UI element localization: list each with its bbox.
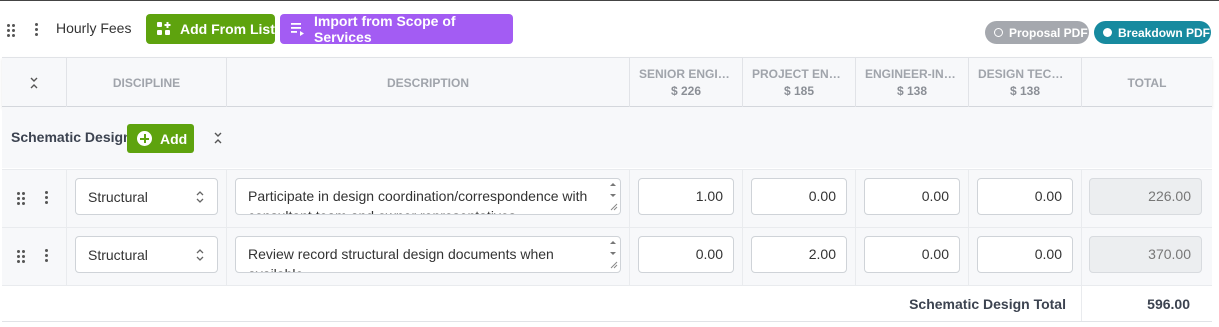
add-from-list-button[interactable]: Add From List: [146, 14, 275, 44]
list-import-icon: [291, 22, 305, 36]
drag-handle-icon[interactable]: [17, 192, 27, 206]
discipline-select[interactable]: Structural: [75, 178, 218, 215]
table-row: Structural Review record structural desi…: [2, 227, 1212, 285]
discipline-select[interactable]: Structural: [75, 236, 218, 273]
toolbar: Hourly Fees Add From List Import from Sc…: [0, 1, 1219, 57]
add-row-label: Add: [160, 130, 188, 147]
proposal-pdf-button[interactable]: Proposal PDF: [985, 21, 1089, 44]
hours-input-engineer-in-training[interactable]: 0.00: [864, 236, 960, 273]
collapse-section-icon[interactable]: [213, 132, 223, 144]
row-total: 370.00: [1089, 236, 1202, 273]
hours-input-senior-engineer[interactable]: 1.00: [638, 178, 734, 215]
hours-input-engineer-in-training[interactable]: 0.00: [864, 178, 960, 215]
role-header-senior-engineer: SENIOR ENGINEER$ 226: [629, 58, 742, 107]
section-total-label: Schematic Design Total: [909, 296, 1066, 312]
description-textarea[interactable]: Participate in design coordination/corre…: [235, 178, 621, 215]
collapse-icon: [30, 77, 38, 88]
radio-ring-icon: [994, 28, 1003, 37]
table-header: DISCIPLINE DESCRIPTION SENIOR ENGINEER$ …: [2, 57, 1212, 107]
kebab-menu-icon[interactable]: [34, 23, 40, 37]
grid-add-icon: [157, 22, 171, 36]
collapse-all-header[interactable]: [2, 58, 66, 107]
row-total: 226.00: [1089, 178, 1202, 215]
hours-input-design-technician[interactable]: 0.00: [977, 236, 1073, 273]
role-header-design-technician: DESIGN TECHNICIAN$ 138: [968, 58, 1081, 107]
hours-input-project-engineer[interactable]: 0.00: [751, 178, 847, 215]
drag-handle-icon[interactable]: [17, 250, 27, 264]
chevron-updown-icon: [196, 249, 204, 261]
role-header-project-engineer: PROJECT ENGINEER$ 185: [742, 58, 855, 107]
table-row: Structural Participate in design coordin…: [2, 169, 1212, 227]
proposal-pdf-label: Proposal PDF: [1009, 25, 1088, 40]
hours-input-senior-engineer[interactable]: 0.00: [638, 236, 734, 273]
radio-dot-icon: [1103, 28, 1112, 37]
section-total-value: 596.00: [1147, 296, 1190, 312]
breakdown-pdf-label: Breakdown PDF: [1118, 25, 1211, 40]
description-textarea[interactable]: Review record structural design document…: [235, 236, 621, 273]
kebab-menu-icon[interactable]: [44, 191, 50, 205]
role-header-engineer-in-training: ENGINEER-IN-TRAINING$ 138: [855, 58, 968, 107]
total-header: TOTAL: [1081, 58, 1212, 107]
resize-spinner-icon: [610, 241, 618, 269]
section-total-row: Schematic Design Total 596.00: [2, 285, 1212, 322]
fees-table: DISCIPLINE DESCRIPTION SENIOR ENGINEER$ …: [2, 57, 1212, 327]
section-title: Schematic Design: [11, 129, 132, 145]
section-header: Schematic Design Add: [2, 107, 1212, 168]
plus-circle-icon: [137, 131, 152, 146]
add-from-list-label: Add From List: [180, 21, 275, 37]
hours-input-project-engineer[interactable]: 2.00: [751, 236, 847, 273]
kebab-menu-icon[interactable]: [44, 249, 50, 263]
add-row-button[interactable]: Add: [127, 124, 194, 153]
discipline-header: DISCIPLINE: [66, 58, 226, 107]
breakdown-pdf-button[interactable]: Breakdown PDF: [1094, 21, 1211, 44]
resize-spinner-icon: [610, 183, 618, 211]
drag-handle-icon[interactable]: [7, 24, 17, 38]
hours-input-design-technician[interactable]: 0.00: [977, 178, 1073, 215]
import-from-scope-button[interactable]: Import from Scope of Services: [280, 13, 513, 45]
chevron-updown-icon: [196, 191, 204, 203]
description-header: DESCRIPTION: [226, 58, 629, 107]
import-from-scope-label: Import from Scope of Services: [314, 13, 456, 45]
page-title: Hourly Fees: [56, 20, 132, 36]
